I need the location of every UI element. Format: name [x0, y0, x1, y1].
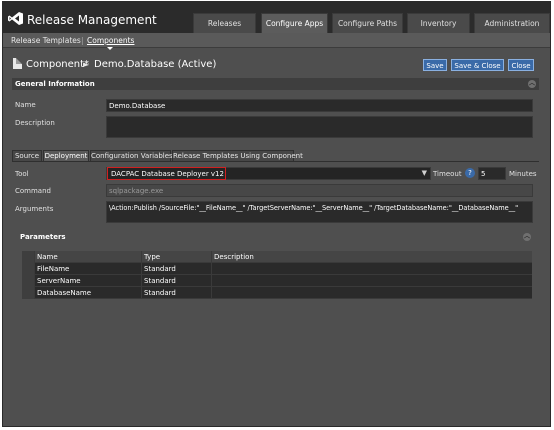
collapse-up-icon[interactable]: ︿	[528, 80, 536, 88]
active-subnav-pointer-icon	[107, 47, 113, 50]
parameters-header[interactable]: Parameters ︿	[17, 231, 534, 243]
param-name-cell[interactable]: FileName	[35, 263, 142, 275]
subnav-components[interactable]: Components	[87, 36, 134, 45]
description-label: Description	[15, 119, 55, 127]
page-title: Demo.Database (Active)	[94, 59, 217, 70]
parameters-title: Parameters	[20, 233, 66, 241]
arguments-label: Arguments	[15, 205, 54, 213]
general-information-header[interactable]: General Information ︿	[12, 78, 539, 90]
arguments-field[interactable]: \Action:Publish /SourceFile:"__FileName_…	[106, 201, 533, 223]
save-button[interactable]: Save	[423, 59, 447, 71]
param-type-cell[interactable]: Standard	[142, 275, 212, 287]
chevron-down-icon[interactable]: ▼	[422, 169, 427, 177]
app-title: Release Management	[27, 13, 157, 27]
save-and-close-button[interactable]: Save & Close	[451, 59, 504, 71]
column-header-name[interactable]: Name	[35, 251, 142, 263]
breadcrumb-component[interactable]: Component*	[26, 59, 89, 70]
tool-dropdown[interactable]: DACPAC Database Deployer v12 ▼	[106, 167, 431, 180]
name-label: Name	[15, 101, 36, 109]
column-header-type[interactable]: Type	[142, 251, 212, 263]
tab-configure-apps[interactable]: Configure Apps	[261, 13, 328, 33]
general-information-title: General Information	[15, 80, 95, 88]
tab-inventory[interactable]: Inventory	[407, 13, 470, 33]
document-icon	[13, 58, 22, 69]
tool-label: Tool	[15, 170, 29, 178]
minutes-label: Minutes	[509, 170, 537, 178]
tab-configure-paths[interactable]: Configure Paths	[332, 13, 403, 33]
help-icon[interactable]: ?	[465, 168, 475, 178]
param-name-cell[interactable]: ServerName	[35, 275, 142, 287]
visual-studio-logo-icon	[8, 12, 23, 25]
sub-navigation: Release Templates | Components	[3, 33, 550, 48]
table-row[interactable]: ServerName Standard	[22, 275, 532, 287]
param-name-cell[interactable]: DatabaseName	[35, 287, 142, 299]
release-management-window: Release Management Releases Configure Ap…	[2, 1, 551, 427]
parameters-grid: Name Type Description FileName Standard …	[22, 251, 532, 299]
collapse-up-icon[interactable]: ︿	[523, 233, 531, 241]
breadcrumb-arrow-icon: ►	[83, 60, 90, 69]
tab-administration[interactable]: Administration	[474, 13, 550, 33]
param-type-cell[interactable]: Standard	[142, 287, 212, 299]
tab-releases[interactable]: Releases	[193, 13, 256, 33]
timeout-field[interactable]: 5	[478, 167, 506, 180]
param-description-cell[interactable]	[212, 263, 532, 275]
timeout-label: Timeout	[433, 170, 462, 178]
description-field[interactable]	[106, 116, 533, 138]
row-gutter	[22, 287, 35, 299]
grid-header-row: Name Type Description	[22, 251, 532, 263]
tool-value: DACPAC Database Deployer v12	[111, 170, 224, 178]
subnav-release-templates[interactable]: Release Templates	[11, 36, 81, 45]
param-description-cell[interactable]	[212, 275, 532, 287]
tab-divider	[12, 161, 539, 162]
column-header-description[interactable]: Description	[212, 251, 532, 263]
row-gutter	[22, 263, 35, 275]
close-button[interactable]: Close	[508, 59, 534, 71]
name-field[interactable]: Demo.Database	[106, 99, 533, 112]
top-bar: Release Management Releases Configure Ap…	[3, 2, 550, 33]
row-gutter	[22, 275, 35, 287]
grid-gutter	[22, 251, 35, 263]
table-row[interactable]: FileName Standard	[22, 263, 532, 275]
command-label: Command	[15, 187, 51, 195]
command-field: sqlpackage.exe	[106, 184, 533, 197]
param-description-cell[interactable]	[212, 287, 532, 299]
table-row[interactable]: DatabaseName Standard	[22, 287, 532, 299]
subnav-separator: |	[81, 36, 84, 45]
param-type-cell[interactable]: Standard	[142, 263, 212, 275]
